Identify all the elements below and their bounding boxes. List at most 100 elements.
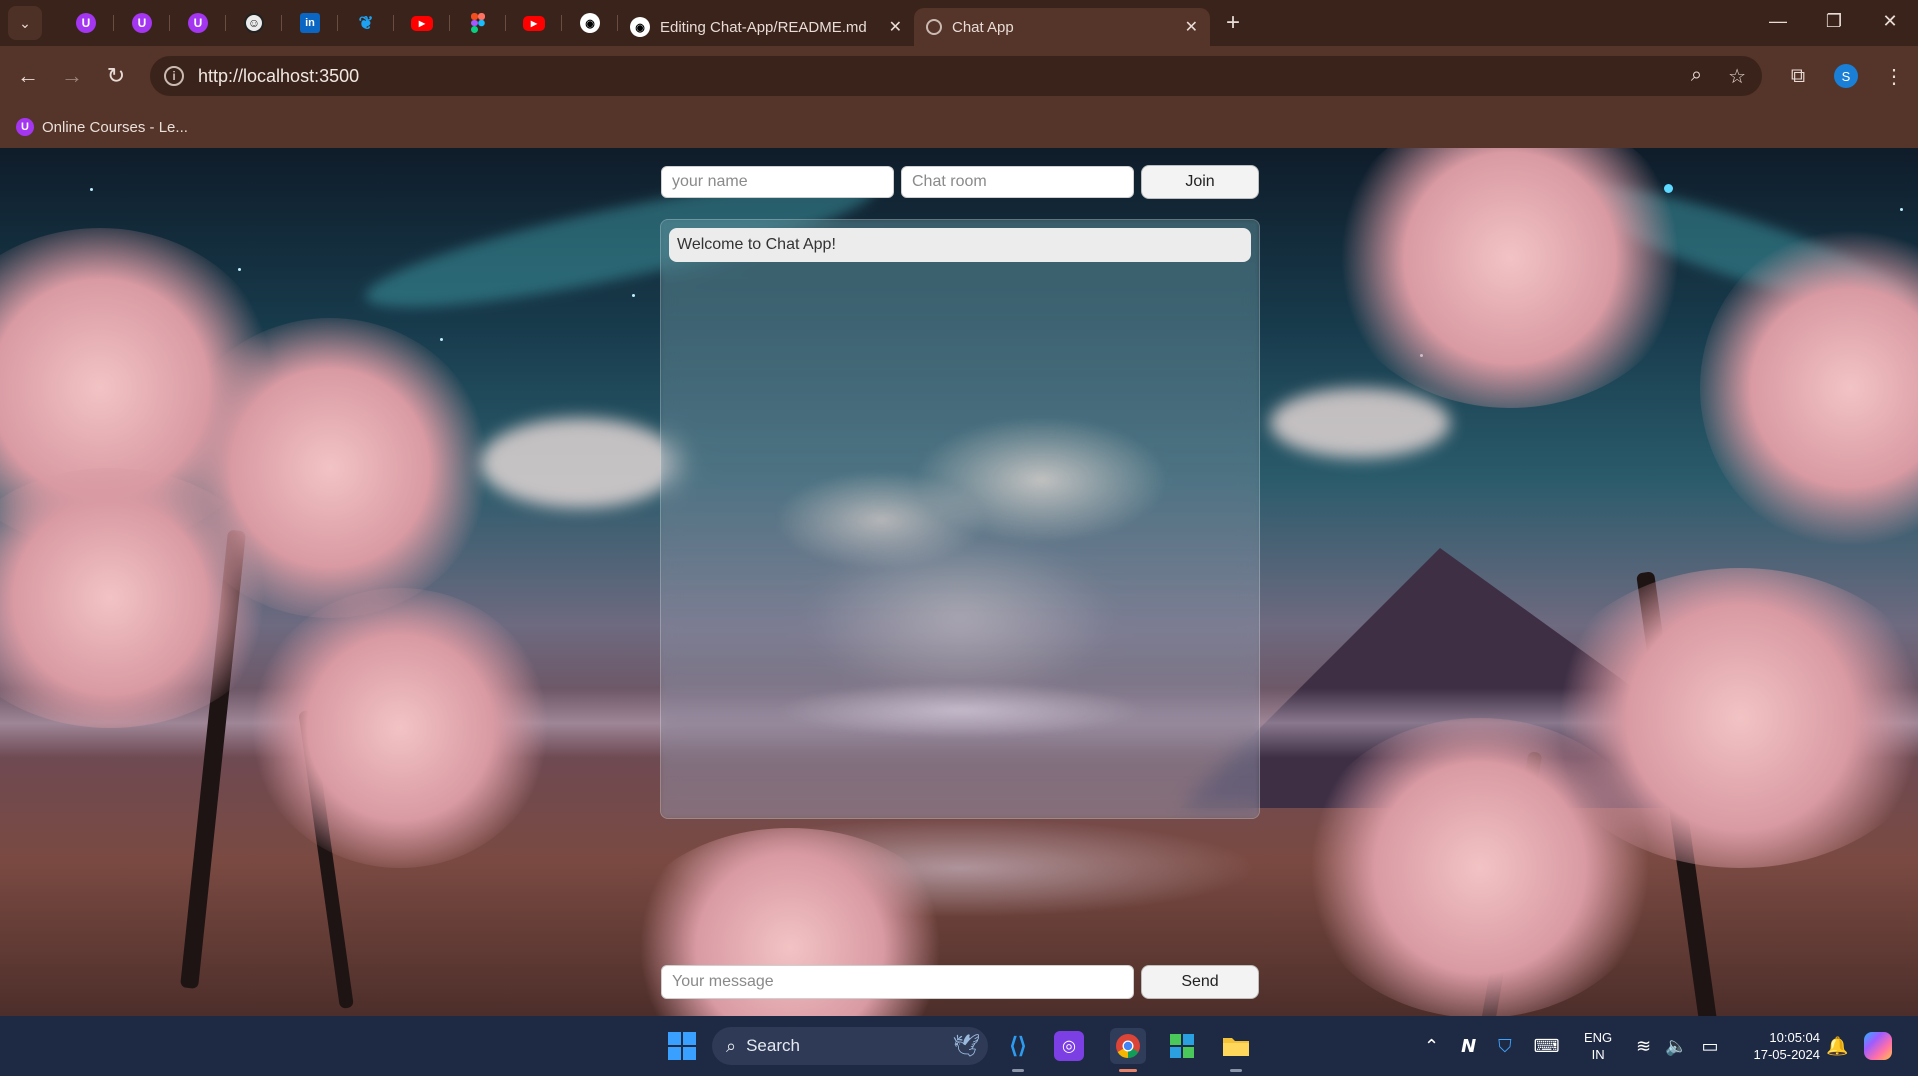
page-background: Join Welcome to Chat App! Send — [0, 148, 1918, 1016]
pinned-tab[interactable]: in — [282, 0, 338, 46]
tiles-icon — [1170, 1034, 1194, 1058]
window-controls: — ❐ ✕ — [1750, 0, 1918, 42]
menu-icon[interactable]: ⋮ — [1870, 64, 1918, 89]
tab-chat-app[interactable]: Chat App ✕ — [914, 8, 1210, 46]
address-bar[interactable]: i http://localhost:3500 ⌕ ☆ — [150, 56, 1762, 96]
language-indicator[interactable]: ENG IN — [1584, 1016, 1612, 1076]
extensions-icon[interactable]: ⧉ — [1774, 65, 1822, 88]
cloud — [1270, 388, 1450, 458]
keyboard-icon[interactable]: ⌨ — [1534, 1036, 1560, 1057]
back-button[interactable]: ← — [6, 54, 50, 98]
tab-search-button[interactable]: ⌄ — [8, 6, 42, 40]
time: 10:05:04 — [1769, 1030, 1820, 1045]
close-icon[interactable]: ✕ — [1185, 17, 1198, 37]
udemy-icon: U — [16, 118, 34, 136]
chrome-icon — [1116, 1034, 1140, 1059]
start-button[interactable] — [664, 1028, 700, 1064]
pinned-tab[interactable] — [450, 0, 506, 46]
file-explorer-app[interactable] — [1218, 1028, 1254, 1072]
udemy-icon: U — [188, 13, 208, 33]
quick-settings[interactable]: ≋ 🔈 ▭ — [1636, 1016, 1719, 1076]
app-grid[interactable] — [1164, 1028, 1200, 1064]
star — [1900, 208, 1903, 211]
date: 17-05-2024 — [1753, 1047, 1821, 1062]
profile-avatar[interactable]: S — [1834, 64, 1858, 88]
reload-button[interactable]: ↻ — [94, 54, 138, 98]
restore-button[interactable]: ❐ — [1806, 0, 1862, 42]
send-button[interactable]: Send — [1141, 965, 1259, 999]
chat-messages-panel[interactable]: Welcome to Chat App! — [660, 219, 1260, 819]
room-input[interactable] — [901, 166, 1134, 198]
lang-code: ENG — [1584, 1030, 1613, 1045]
browser-toolbar: ← → ↻ i http://localhost:3500 ⌕ ☆ ⧉ S ⋮ — [0, 46, 1918, 106]
tab-title: Chat App — [952, 18, 1014, 36]
star — [440, 338, 443, 341]
udemy-icon: U — [76, 13, 96, 33]
youtube-icon: ▶ — [523, 15, 545, 31]
tab-editing-readme[interactable]: ◉ Editing Chat-App/README.md ✕ — [618, 8, 914, 46]
chevron-up-icon[interactable]: ⌃ — [1424, 1036, 1439, 1057]
bird-icon: ❦ — [358, 12, 374, 33]
browser-tab-bar: ⌄ U U U ☺ in ❦ ▶ ▶ ◉ ◉ Editing Chat-App/… — [0, 0, 1918, 46]
copilot-button[interactable] — [1864, 1016, 1892, 1076]
youtube-icon: ▶ — [411, 15, 433, 31]
battery-icon: ▭ — [1701, 1035, 1719, 1056]
site-info-icon[interactable]: i — [164, 66, 184, 86]
chrome-app[interactable] — [1110, 1028, 1146, 1072]
search-highlight-icon: 🕊 — [952, 1033, 980, 1058]
vscode-app[interactable]: ⟨⟩ — [1000, 1028, 1036, 1072]
toolbar-right: ⧉ S ⋮ — [1774, 46, 1918, 106]
tray-app-icon[interactable]: 𝙉 — [1461, 1036, 1476, 1057]
cloud — [480, 418, 680, 508]
blossom-tree — [1300, 718, 1660, 1016]
close-window-button[interactable]: ✕ — [1862, 0, 1918, 42]
pinned-tab[interactable]: ▶ — [394, 0, 450, 46]
new-tab-button[interactable]: + — [1226, 9, 1240, 37]
copilot-icon — [1864, 1032, 1892, 1060]
vscode-icon: ⟨⟩ — [1009, 1033, 1027, 1058]
forward-button[interactable]: → — [50, 54, 94, 98]
pinned-tab[interactable]: U — [58, 0, 114, 46]
pinned-tab[interactable]: ☺ — [226, 0, 282, 46]
bookmarks-bar: U Online Courses - Le... — [0, 106, 1918, 148]
join-button[interactable]: Join — [1141, 165, 1259, 199]
blossom-tree — [1330, 148, 1690, 408]
address-bar-actions: ⌕ ☆ — [1691, 64, 1746, 89]
bookmark-label: Online Courses - Le... — [42, 118, 188, 136]
search-label: Search — [746, 1036, 800, 1055]
name-input[interactable] — [661, 166, 894, 198]
taskbar-search[interactable]: ⌕ Search 🕊 — [712, 1027, 988, 1065]
figma-icon — [471, 13, 485, 33]
coin-icon: ☺ — [244, 13, 264, 33]
zoom-icon[interactable]: ⌕ — [1691, 64, 1702, 89]
shield-icon[interactable]: ⛉ — [1498, 1036, 1512, 1057]
message-input[interactable] — [661, 965, 1134, 999]
folder-icon — [1223, 1038, 1249, 1056]
bookmark-item[interactable]: U Online Courses - Le... — [16, 118, 188, 136]
pinned-tab[interactable]: ❦ — [338, 0, 394, 46]
pinned-tab[interactable]: U — [114, 0, 170, 46]
notification-bell[interactable]: 🔔 — [1826, 1016, 1848, 1076]
pinned-tab[interactable]: ◉ — [562, 0, 618, 46]
chat-message: Welcome to Chat App! — [669, 228, 1251, 262]
tab-title: Editing Chat-App/README.md — [660, 18, 867, 36]
app-generic[interactable]: ◎ — [1054, 1031, 1084, 1061]
url-text[interactable]: http://localhost:3500 — [198, 66, 359, 87]
pinned-tab[interactable]: U — [170, 0, 226, 46]
close-icon[interactable]: ✕ — [889, 17, 902, 37]
minimize-button[interactable]: — — [1750, 0, 1806, 42]
clock[interactable]: 10:05:04 17-05-2024 — [1736, 1016, 1821, 1076]
udemy-icon: U — [132, 13, 152, 33]
search-icon: ⌕ — [726, 1035, 737, 1056]
star — [238, 268, 241, 271]
system-tray: ⌃ 𝙉 ⛉ ⌨ — [1424, 1016, 1560, 1076]
star — [632, 294, 635, 297]
pinned-tab[interactable]: ▶ — [506, 0, 562, 46]
wifi-icon: ≋ — [1636, 1035, 1652, 1056]
blossom-tree — [250, 588, 550, 868]
lang-region: IN — [1591, 1047, 1605, 1062]
windows-logo-icon — [668, 1032, 696, 1060]
linkedin-icon: in — [300, 13, 320, 33]
windows-taskbar: ⌕ Search 🕊 ⟨⟩ ◎ ⌃ 𝙉 ⛉ ⌨ ENG IN ≋ 🔈 ▭ 10:… — [0, 1016, 1918, 1076]
bookmark-star-icon[interactable]: ☆ — [1728, 64, 1746, 89]
